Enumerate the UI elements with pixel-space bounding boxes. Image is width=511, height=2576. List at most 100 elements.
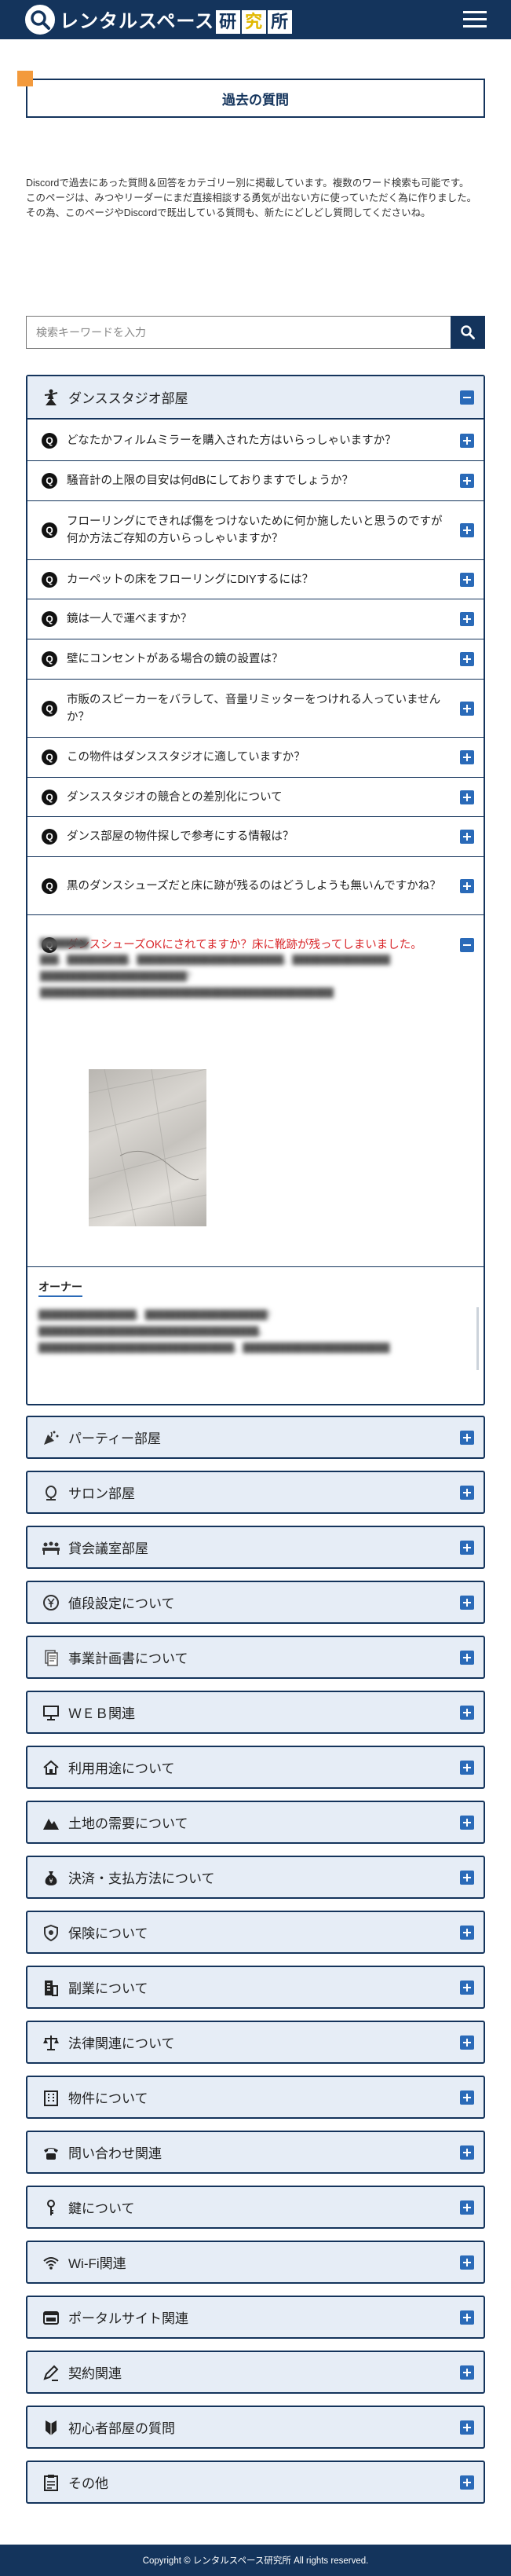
expand-icon[interactable] (460, 878, 474, 893)
category-wifi[interactable]: Wi-Fi関連 (26, 2241, 485, 2284)
category-business-plan[interactable]: 事業計画書について (26, 1636, 485, 1679)
shield-icon (42, 1923, 60, 1942)
q-badge-icon: Q (42, 611, 57, 627)
category-beginner[interactable]: 初心者部屋の質問 (26, 2406, 485, 2449)
q-badge-icon: Q (42, 433, 57, 449)
expand-icon[interactable] (460, 434, 474, 448)
beginner-mark-icon (42, 2418, 60, 2437)
hamburger-icon[interactable] (463, 11, 487, 28)
page-title: 過去の質問 (26, 79, 485, 118)
category-key[interactable]: 鍵について (26, 2186, 485, 2229)
answer-text-blurred: ████████ ███、██████████、████████████████… (40, 939, 391, 998)
document-icon (42, 1648, 60, 1667)
expand-icon[interactable] (460, 652, 474, 666)
expand-icon[interactable] (460, 1870, 474, 1885)
expand-icon[interactable] (460, 750, 474, 764)
category-portal[interactable]: ポータルサイト関連 (26, 2296, 485, 2339)
expand-icon[interactable] (460, 1980, 474, 1995)
answer-scrollbar[interactable] (476, 1307, 479, 1370)
expand-icon[interactable] (460, 1485, 474, 1500)
category-inquiry[interactable]: 問い合わせ関連 (26, 2131, 485, 2174)
expand-icon[interactable] (460, 1430, 474, 1445)
site-logo[interactable]: レンタルスペース研究所 (25, 5, 293, 35)
expand-icon[interactable] (460, 701, 474, 716)
expand-icon[interactable] (460, 830, 474, 844)
site-header: レンタルスペース研究所 (0, 0, 511, 39)
category-header-dance-studio[interactable]: ダンススタジオ部屋 (27, 376, 484, 420)
expand-icon[interactable] (460, 1595, 474, 1610)
expand-icon[interactable] (460, 612, 474, 626)
q-badge-icon: Q (42, 522, 57, 538)
category-property[interactable]: 物件について (26, 2076, 485, 2119)
q-badge-icon: Q (42, 700, 57, 716)
category-salon[interactable]: サロン部屋 (26, 1471, 485, 1514)
expand-icon[interactable] (460, 474, 474, 488)
question-item[interactable]: Q 黒のダンスシューズだと床に跡が残るのはどうしようも無いんですかね？ (27, 857, 484, 915)
expand-icon[interactable] (460, 1925, 474, 1940)
q-badge-icon: Q (42, 473, 57, 489)
title-accent-square (17, 71, 33, 86)
q-badge-icon: Q (42, 571, 57, 588)
category-meeting[interactable]: 貸会議室部屋 (26, 1526, 485, 1569)
expand-icon[interactable] (460, 2090, 474, 2105)
search-button[interactable] (451, 316, 485, 349)
office-building-icon (42, 1978, 60, 1997)
question-item[interactable]: Q 市販のスピーカーをバラして、音量リミッターをつけれる人っていませんか？ (27, 680, 484, 738)
question-item[interactable]: Q 鏡は一人で運べますか？ (27, 599, 484, 639)
question-item[interactable]: Q フローリングにできれば傷をつけないために何か施したいと思うのですが何か方法ご存… (27, 501, 484, 560)
category-party[interactable]: パーティー部屋 (26, 1416, 485, 1459)
meeting-people-icon (42, 1538, 60, 1557)
wifi-icon (42, 2253, 60, 2272)
category-legal[interactable]: 法律関連について (26, 2021, 485, 2064)
category-insurance[interactable]: 保険について (26, 1911, 485, 1954)
expand-icon[interactable] (460, 2475, 474, 2490)
category-contract[interactable]: 契約関連 (26, 2351, 485, 2394)
question-item[interactable]: Q 壁にコンセントがある場合の鏡の設置は？ (27, 639, 484, 680)
magnifier-logo-icon (25, 5, 55, 35)
question-item[interactable]: Q ダンススタジオの競合との差別化について (27, 778, 484, 817)
expand-icon[interactable] (460, 2420, 474, 2435)
category-side-job[interactable]: 副業について (26, 1966, 485, 2009)
q-badge-icon: Q (42, 878, 57, 894)
expand-icon[interactable] (460, 572, 474, 587)
q-badge-icon: Q (42, 651, 57, 667)
question-item[interactable]: Q この物件はダンススタジオに適していますか？ (27, 738, 484, 778)
expand-icon[interactable] (460, 1540, 474, 1555)
category-web[interactable]: ＷＥＢ関連 (26, 1691, 485, 1734)
building-icon (42, 2088, 60, 2107)
search-input[interactable] (26, 316, 451, 349)
expand-icon[interactable] (460, 2035, 474, 2050)
category-pricing[interactable]: 値段設定について (26, 1581, 485, 1624)
expand-icon[interactable] (460, 1650, 474, 1665)
question-item[interactable]: Q ダンス部屋の物件探しで参考にする情報は？ (27, 817, 484, 857)
home-icon (42, 1758, 60, 1777)
expand-icon[interactable] (460, 1705, 474, 1720)
category-land-demand[interactable]: 土地の需要について (26, 1801, 485, 1844)
intro-text: Discordで過去にあった質問＆回答をカテゴリー別に掲載しています。複数のワー… (26, 178, 477, 218)
category-panel-dance-studio: ダンススタジオ部屋 Q どなたかフィルムミラーを購入された方はいらっしゃいますか？… (26, 375, 485, 1405)
site-footer: Copyright © レンタルスペース研究所 All rights reser… (0, 2545, 511, 2576)
category-other[interactable]: その他 (26, 2461, 485, 2504)
answer-photo (89, 1069, 206, 1226)
expand-icon[interactable] (460, 2145, 474, 2160)
owner-answer-blurred: ████████████████、████████████████████！ █… (38, 1310, 390, 1353)
expand-icon[interactable] (460, 2200, 474, 2215)
expand-icon[interactable] (460, 2365, 474, 2380)
question-item[interactable]: Q 騒音計の上限の目安は何dBにしておりますでしょうか？ (27, 461, 484, 501)
collapse-icon[interactable] (460, 390, 474, 405)
category-usage[interactable]: 利用用途について (26, 1746, 485, 1789)
expand-icon[interactable] (460, 1760, 474, 1775)
search-bar (26, 316, 485, 349)
dancer-icon (42, 388, 60, 407)
expand-icon[interactable] (460, 523, 474, 537)
expand-icon[interactable] (460, 1815, 474, 1830)
question-item[interactable]: Q どなたかフィルムミラーを購入された方はいらっしゃいますか？ (27, 421, 484, 461)
clipboard-icon (42, 2473, 60, 2492)
question-item[interactable]: Q カーペットの床をフローリングにDIYするには？ (27, 560, 484, 599)
logo-text: レンタルスペース研究所 (60, 5, 293, 34)
expand-icon[interactable] (460, 2310, 474, 2325)
pen-contract-icon (42, 2363, 60, 2382)
expand-icon[interactable] (460, 2255, 474, 2270)
expand-icon[interactable] (460, 790, 474, 804)
category-payment[interactable]: ¥ 決済・支払方法について (26, 1856, 485, 1899)
